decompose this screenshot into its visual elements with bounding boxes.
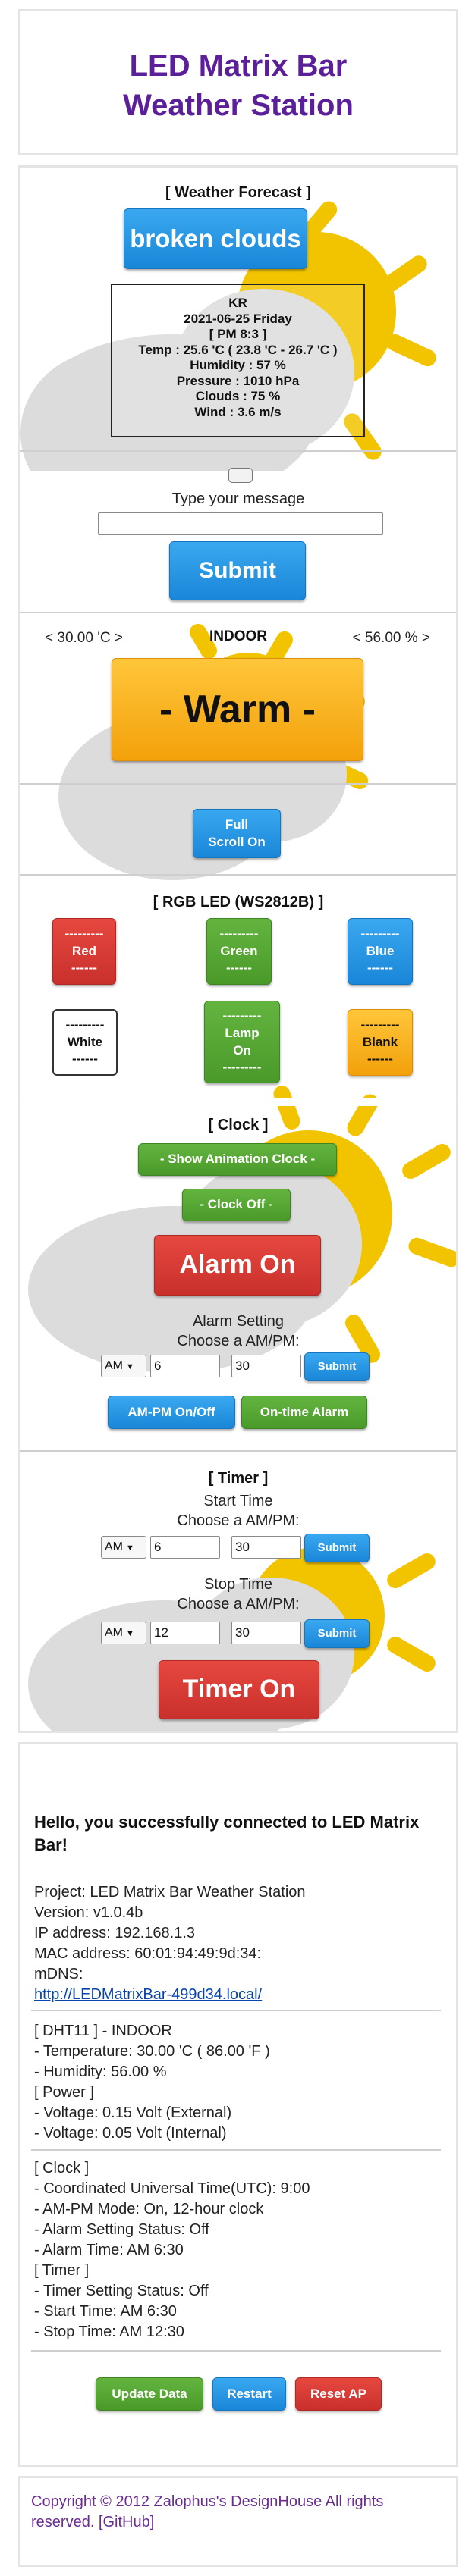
alarm-hour-input[interactable]: 6 [150, 1355, 220, 1377]
timer-start-minute-input[interactable]: 30 [231, 1536, 301, 1559]
forecast-time: [ PM 8:3 ] [209, 327, 267, 341]
indoor-status-button[interactable]: - Warm - [112, 658, 363, 761]
info-panel: Hello, you successfully connected to LED… [18, 1742, 458, 2467]
message-input[interactable] [98, 512, 383, 535]
project-line: Project: LED Matrix Bar Weather Station [34, 1884, 306, 1901]
power-heading: [ Power ] [34, 2084, 94, 2101]
illustration-cover [20, 1098, 456, 1106]
timer-start-hour-input[interactable]: 6 [150, 1536, 220, 1559]
forecast-humidity: Humidity : 57 % [190, 358, 286, 372]
timer-stop-choose-label: Choose a AM/PM: [177, 1596, 300, 1612]
divider [20, 1450, 456, 1452]
show-animation-clock-button[interactable]: - Show Animation Clock - [138, 1143, 337, 1176]
reset-ap-button[interactable]: Reset AP [295, 2377, 382, 2411]
timer-start-label: Start Time [203, 1493, 273, 1509]
sensor-info: [ DHT11 ] - INDOOR - Temperature: 30.00 … [34, 2021, 270, 2144]
timer-stop-label: Stop Time [203, 1576, 273, 1593]
forecast-heading: [ Weather Forecast ] [165, 184, 311, 201]
divider [20, 450, 456, 452]
forecast-clouds: Clouds : 75 % [195, 389, 281, 403]
forecast-wind: Wind : 3.6 m/s [194, 404, 282, 419]
message-submit-button[interactable]: Submit [169, 541, 306, 600]
device-info: Project: LED Matrix Bar Weather Station … [34, 1882, 306, 2005]
restart-button[interactable]: Restart [212, 2377, 286, 2411]
title-line-1: LED Matrix Bar [129, 49, 348, 83]
forecast-date: 2021-06-25 Friday [184, 311, 292, 326]
header-panel: LED Matrix Bar Weather Station [18, 9, 458, 155]
divider [20, 783, 456, 785]
clock-info-heading: [ Clock ] [34, 2160, 90, 2176]
copyright-text: Copyright © 2012 Zalophus's DesignHouse … [31, 2493, 384, 2531]
timer-start-ampm-value: AM [105, 1540, 123, 1553]
divider [31, 2010, 441, 2011]
control-panel: [ Weather Forecast ] broken clouds KR 20… [18, 165, 458, 1733]
ip-line: IP address: 192.168.1.3 [34, 1925, 196, 1941]
clock-off-button[interactable]: - Clock Off - [182, 1189, 291, 1221]
humidity-line: - Humidity: 56.00 % [34, 2064, 167, 2080]
timer-stop-submit-button[interactable]: Submit [304, 1619, 370, 1648]
clock-heading: [ Clock ] [208, 1117, 269, 1133]
alarm-choose-ampm-label: Choose a AM/PM: [177, 1333, 300, 1349]
timer-info-heading: [ Timer ] [34, 2262, 90, 2279]
rgb-green-button[interactable]: --------- Green ------ [206, 918, 272, 985]
forecast-box: KR 2021-06-25 Friday [ PM 8:3 ] Temp : 2… [111, 284, 365, 437]
alarm-submit-button[interactable]: Submit [304, 1352, 370, 1381]
rgb-heading: [ RGB LED (WS2812B) ] [153, 894, 324, 910]
timer-stop-hour-input[interactable]: 12 [150, 1622, 220, 1644]
rgb-red-button[interactable]: --------- Red ------ [52, 918, 116, 985]
timer-heading: [ Timer ] [208, 1470, 269, 1487]
rgb-blue-button[interactable]: --------- Blue ------ [348, 918, 413, 985]
dht-line: [ DHT11 ] - INDOOR [34, 2023, 172, 2039]
timer-stop-ampm-value: AM [105, 1626, 123, 1639]
version-line: Version: v1.0.4b [34, 1904, 143, 1921]
page-title: LED Matrix Bar Weather Station [20, 46, 456, 125]
forecast-pressure: Pressure : 1010 hPa [176, 373, 300, 388]
timer-start-submit-button[interactable]: Submit [304, 1534, 370, 1562]
ampm-mode-line: - AM-PM Mode: On, 12-hour clock [34, 2201, 264, 2217]
mdns-label: mDNS: [34, 1966, 83, 1982]
timer-start-ampm-select[interactable]: AM ▼ [101, 1536, 146, 1559]
message-prompt: Type your message [171, 490, 305, 507]
message-toggle-checkbox[interactable] [228, 468, 253, 483]
voltage-internal-line: - Voltage: 0.05 Volt (Internal) [34, 2125, 227, 2142]
timer-stop-minute-input[interactable]: 30 [231, 1622, 301, 1644]
clock-info: [ Clock ] - Coordinated Universal Time(U… [34, 2158, 310, 2343]
utc-line: - Coordinated Universal Time(UTC): 9:00 [34, 2180, 310, 2197]
indoor-humidity: < 56.00 % > [352, 630, 430, 646]
update-data-button[interactable]: Update Data [96, 2377, 203, 2411]
alarm-setting-label: Alarm Setting [192, 1313, 285, 1330]
alarm-time-line: - Alarm Time: AM 6:30 [34, 2242, 184, 2258]
full-scroll-button[interactable]: Full Scroll On [193, 809, 281, 858]
alarm-ampm-value: AM [105, 1359, 123, 1372]
footer-panel: Copyright © 2012 Zalophus's DesignHouse … [18, 2476, 458, 2567]
timer-stop-ampm-select[interactable]: AM ▼ [101, 1622, 146, 1644]
voltage-external-line: - Voltage: 0.15 Volt (External) [34, 2104, 232, 2121]
ontime-alarm-button[interactable]: On-time Alarm [241, 1396, 367, 1429]
forecast-country: KR [228, 296, 247, 310]
timer-start-line: - Start Time: AM 6:30 [34, 2303, 177, 2320]
alarm-status-line: - Alarm Setting Status: Off [34, 2221, 209, 2238]
divider [31, 2149, 441, 2151]
divider [31, 2350, 441, 2352]
weather-condition-button[interactable]: broken clouds [124, 208, 307, 269]
timer-on-button[interactable]: Timer On [159, 1660, 319, 1719]
mdns-link[interactable]: http://LEDMatrixBar-499d34.local/ [34, 1985, 306, 2005]
mac-line: MAC address: 60:01:94:49:9d:34: [34, 1945, 262, 1962]
timer-status-line: - Timer Setting Status: Off [34, 2283, 209, 2299]
alarm-on-button[interactable]: Alarm On [154, 1235, 321, 1296]
divider [20, 874, 456, 876]
ampm-toggle-button[interactable]: AM-PM On/Off [108, 1396, 235, 1429]
temperature-line: - Temperature: 30.00 'C ( 86.00 'F ) [34, 2043, 270, 2060]
divider [20, 612, 456, 613]
chevron-down-icon: ▼ [126, 1362, 134, 1371]
timer-start-choose-label: Choose a AM/PM: [177, 1512, 300, 1529]
connection-greeting: Hello, you successfully connected to LED… [34, 1813, 420, 1854]
forecast-temp: Temp : 25.6 'C ( 23.8 'C - 26.7 'C ) [138, 342, 338, 357]
chevron-down-icon: ▼ [126, 1629, 134, 1638]
timer-stop-line: - Stop Time: AM 12:30 [34, 2324, 184, 2340]
title-line-2: Weather Station [123, 89, 354, 122]
alarm-minute-input[interactable]: 30 [231, 1355, 301, 1377]
alarm-ampm-select[interactable]: AM ▼ [101, 1355, 146, 1377]
chevron-down-icon: ▼ [126, 1543, 134, 1553]
